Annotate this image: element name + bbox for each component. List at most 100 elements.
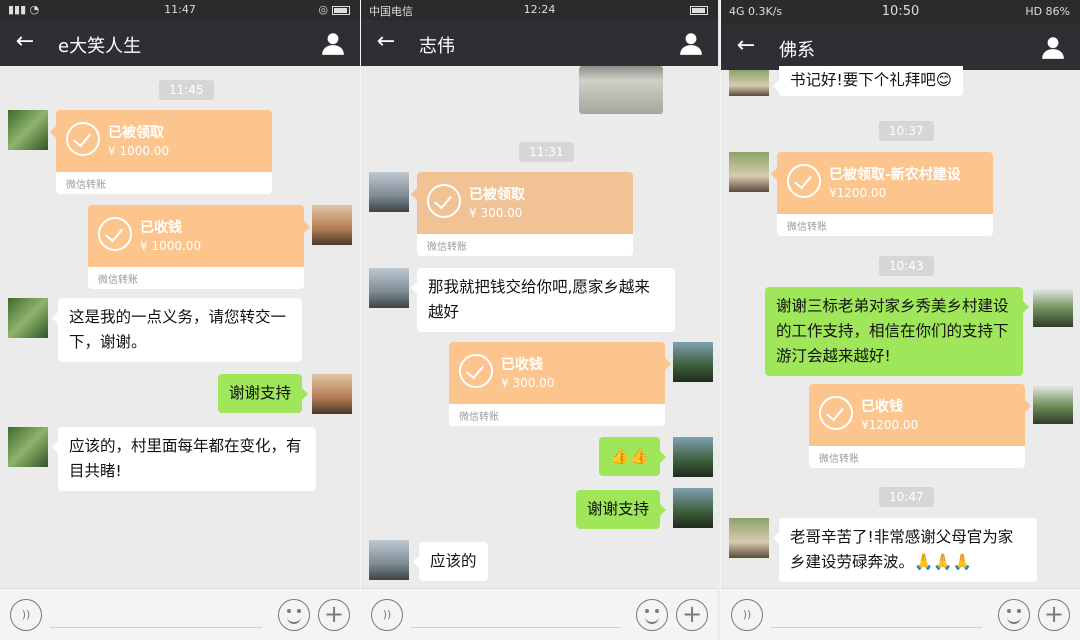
avatar[interactable] [369,540,409,580]
voice-input-icon[interactable]: )) [10,599,42,631]
message-bubble[interactable]: 那我就把钱交给你吧,愿家乡越来越好 [411,268,675,332]
transfer-footer: 微信转账 [66,180,106,191]
input-bar: )) + [0,588,360,640]
status-time: 12:24 [523,3,556,16]
transfer-footer: 微信转账 [819,454,859,465]
message-bubble[interactable]: 谢谢支持 [575,490,667,529]
input-bar: )) + [361,588,718,640]
check-circle-icon [98,217,132,251]
transfer-amount: ¥1200.00 [829,186,887,200]
time-divider: 11:45 [159,80,214,100]
avatar[interactable] [8,427,48,467]
message-bubble[interactable]: 谢谢三标老弟对家乡秀美乡村建设的工作支持，相信在你们的支持下游汀会越来越好! [765,287,1029,376]
avatar[interactable] [673,488,713,528]
transfer-amount: ¥ 1000.00 [140,239,202,253]
chat-title: 志伟 [419,36,455,57]
contact-profile-icon[interactable] [1040,34,1066,60]
status-bar: 中国电信 12:24 [361,0,718,20]
status-bar: 4G 0.3K/s 10:50 HD 86% [721,0,1080,24]
transfer-amount: ¥1200.00 [861,418,919,432]
transfer-amount: ¥ 1000.00 [108,144,170,158]
message-bubble[interactable]: 应该的，村里面每年都在变化，有目共睹! [52,427,316,491]
emoji-icon[interactable] [636,599,668,631]
avatar[interactable] [673,437,713,477]
emoji-icon[interactable] [998,599,1030,631]
input-bar: )) + [721,588,1080,640]
battery-icon: ◎ [318,3,350,16]
avatar[interactable] [8,110,48,150]
check-circle-icon [427,184,461,218]
message-bubble[interactable]: 老哥辛苦了!非常感谢父母官为家乡建设劳碌奔波。🙏🙏🙏 [773,518,1037,582]
time-divider: 10:47 [879,487,934,507]
transfer-title: 已收钱 [140,220,182,236]
avatar[interactable] [729,152,769,192]
message-bubble[interactable]: 应该的 [413,542,488,581]
transfer-footer: 微信转账 [787,222,827,233]
avatar[interactable] [312,374,352,414]
transfer-title: 已被领取-新农村建设 [829,167,961,183]
chat-header: ← 佛系 [721,24,1080,70]
back-arrow-icon[interactable]: ← [373,30,399,56]
transfer-amount: ¥ 300.00 [469,206,523,220]
time-divider: 10:37 [879,121,934,141]
plus-icon[interactable]: + [1038,599,1070,631]
chat-panel-3: 4G 0.3K/s 10:50 HD 86% ← 佛系 书记好!要下个礼拜吧😊 … [720,0,1080,640]
back-arrow-icon[interactable]: ← [733,34,759,60]
message-input[interactable] [771,627,982,628]
check-circle-icon [459,354,493,388]
battery-icon [686,3,708,16]
battery-status: HD 86% [1025,5,1070,18]
avatar[interactable] [312,205,352,245]
chat-panel-2: 中国电信 12:24 ← 志伟 11:31 已被领取 ¥ 300.00 微信转账… [360,0,718,640]
chat-header: ← e大笑人生 [0,20,360,66]
check-circle-icon [66,122,100,156]
chat-panel-1: ▮▮▮ ◔ 11:47 ◎ ← e大笑人生 11:45 已被领取 ¥ 1000.… [0,0,360,640]
back-arrow-icon[interactable]: ← [12,30,38,56]
transfer-card-received[interactable]: 已被领取 ¥ 300.00 微信转账 [411,172,633,256]
image-message[interactable] [579,66,663,114]
voice-input-icon[interactable]: )) [731,599,763,631]
avatar[interactable] [8,298,48,338]
plus-icon[interactable]: + [676,599,708,631]
chat-header: ← 志伟 [361,20,718,66]
avatar[interactable] [729,518,769,558]
transfer-card-accepted[interactable]: 已收钱 ¥ 300.00 微信转账 [449,342,671,426]
transfer-title: 已收钱 [501,357,543,373]
avatar[interactable] [369,172,409,212]
transfer-title: 已收钱 [861,399,903,415]
message-bubble[interactable]: 这是我的一点义务，请您转交一下，谢谢。 [52,298,302,362]
three-chat-screens: ▮▮▮ ◔ 11:47 ◎ ← e大笑人生 11:45 已被领取 ¥ 1000.… [0,0,1080,640]
contact-profile-icon[interactable] [320,30,346,56]
contact-profile-icon[interactable] [678,30,704,56]
transfer-card-accepted[interactable]: 已收钱 ¥1200.00 微信转账 [809,384,1031,468]
check-circle-icon [787,164,821,198]
chat-title: 佛系 [779,40,815,61]
transfer-footer: 微信转账 [427,242,467,253]
transfer-title: 已被领取 [469,187,525,203]
transfer-footer: 微信转账 [459,412,499,423]
avatar[interactable] [1033,384,1073,424]
time-divider: 10:43 [879,256,934,276]
avatar[interactable] [369,268,409,308]
transfer-card-received[interactable]: 已被领取 ¥ 1000.00 微信转账 [50,110,272,194]
voice-input-icon[interactable]: )) [371,599,403,631]
avatar[interactable] [1033,287,1073,327]
message-bubble[interactable]: 谢谢支持 [217,374,309,413]
chat-title: e大笑人生 [58,36,142,57]
transfer-footer: 微信转账 [98,275,138,286]
transfer-title: 已被领取 [108,125,164,141]
plus-icon[interactable]: + [318,599,350,631]
emoji-icon[interactable] [278,599,310,631]
message-input[interactable] [411,627,620,628]
transfer-amount: ¥ 300.00 [501,376,555,390]
transfer-card-accepted[interactable]: 已收钱 ¥ 1000.00 微信转账 [88,205,310,289]
avatar[interactable] [729,70,769,96]
transfer-card-received[interactable]: 已被领取-新农村建设 ¥1200.00 微信转账 [771,152,993,236]
message-bubble[interactable]: 书记好!要下个礼拜吧😊 [773,66,963,96]
status-bar: ▮▮▮ ◔ 11:47 ◎ [0,0,360,20]
avatar[interactable] [673,342,713,382]
check-circle-icon [819,396,853,430]
message-input[interactable] [50,627,262,628]
time-divider: 11:31 [519,142,574,162]
message-bubble[interactable]: 👍👍 [599,437,666,476]
